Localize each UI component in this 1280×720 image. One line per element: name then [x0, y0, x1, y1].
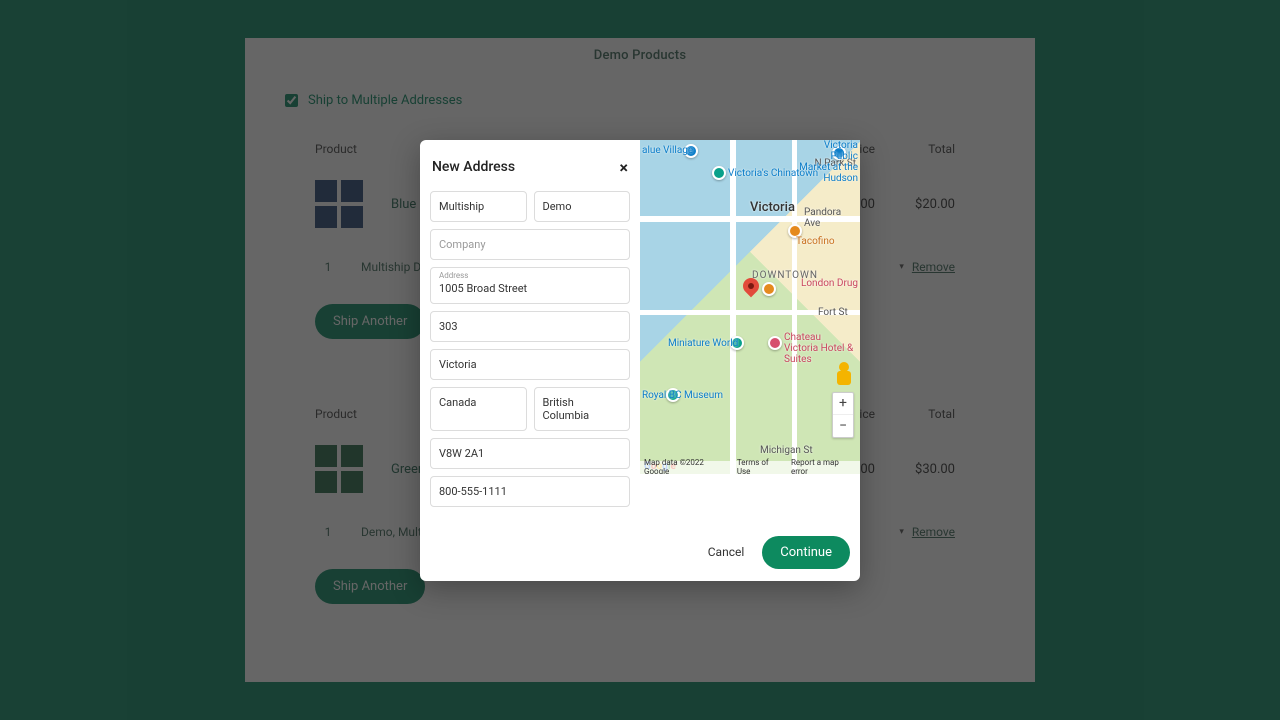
map-pin-icon: [743, 278, 759, 302]
continue-button[interactable]: Continue: [762, 536, 850, 569]
phone-field[interactable]: 800-555-1111: [430, 476, 630, 507]
map-road: [792, 140, 797, 474]
map-report-link[interactable]: Report a map error: [791, 458, 856, 474]
map-poi-label: Royal BC Museum: [642, 390, 723, 401]
map-poi-label: Tacofino: [796, 236, 835, 247]
modal-title-row: New Address ×: [430, 158, 630, 177]
country-field[interactable]: Canada: [430, 387, 527, 431]
pegman-icon[interactable]: [835, 362, 853, 388]
first-name-field[interactable]: Multiship: [430, 191, 527, 222]
close-icon[interactable]: ×: [620, 158, 631, 177]
map-street-label: Michigan St: [760, 445, 813, 456]
modal-footer: Cancel Continue: [420, 524, 860, 581]
modal-title: New Address: [432, 159, 515, 175]
company-field[interactable]: Company: [430, 229, 630, 260]
postal-field[interactable]: V8W 2A1: [430, 438, 630, 469]
modal-overlay: New Address × Multiship Demo Company Add…: [0, 0, 1280, 720]
address-value: 1005 Broad Street: [439, 282, 527, 295]
last-name-field[interactable]: Demo: [534, 191, 631, 222]
zoom-in-button[interactable]: +: [833, 393, 853, 415]
map-poi-label: alue Village: [642, 145, 693, 156]
map-terms-link[interactable]: Terms of Use: [737, 458, 783, 474]
cancel-button[interactable]: Cancel: [704, 539, 749, 565]
address2-field[interactable]: 303: [430, 311, 630, 342]
map-poi-label: London Drug: [801, 278, 858, 289]
map-poi-icon: [762, 282, 776, 296]
new-address-modal: New Address × Multiship Demo Company Add…: [420, 140, 860, 581]
address-label: Address: [439, 271, 468, 280]
province-field[interactable]: British Columbia: [534, 387, 631, 431]
map-poi-icon: [712, 166, 726, 180]
map-attribution: Map data ©2022 Google Terms of Use Repor…: [640, 461, 860, 474]
map-zoom-control: + −: [832, 392, 854, 438]
map-poi-icon: [768, 336, 782, 350]
address-form: New Address × Multiship Demo Company Add…: [420, 140, 640, 524]
map-poi-label: Chateau Victoria Hotel & Suites: [784, 332, 854, 365]
map-preview[interactable]: Victoria DOWNTOWN Pandora Ave Fort St N …: [640, 140, 860, 474]
modal-body: New Address × Multiship Demo Company Add…: [420, 140, 860, 524]
map-city-label: Victoria: [750, 200, 795, 215]
map-street-label: Fort St: [818, 307, 848, 318]
map-road: [730, 140, 736, 474]
address-field[interactable]: Address 1005 Broad Street: [430, 267, 630, 304]
map-poi-label: Miniature World: [668, 338, 738, 349]
map-data-text: Map data ©2022 Google: [644, 458, 729, 474]
map-street-label: Pandora Ave: [804, 207, 860, 229]
zoom-out-button[interactable]: −: [833, 415, 853, 437]
map-poi-label: Victoria Public Market at the Hudson: [798, 140, 858, 184]
city-field[interactable]: Victoria: [430, 349, 630, 380]
